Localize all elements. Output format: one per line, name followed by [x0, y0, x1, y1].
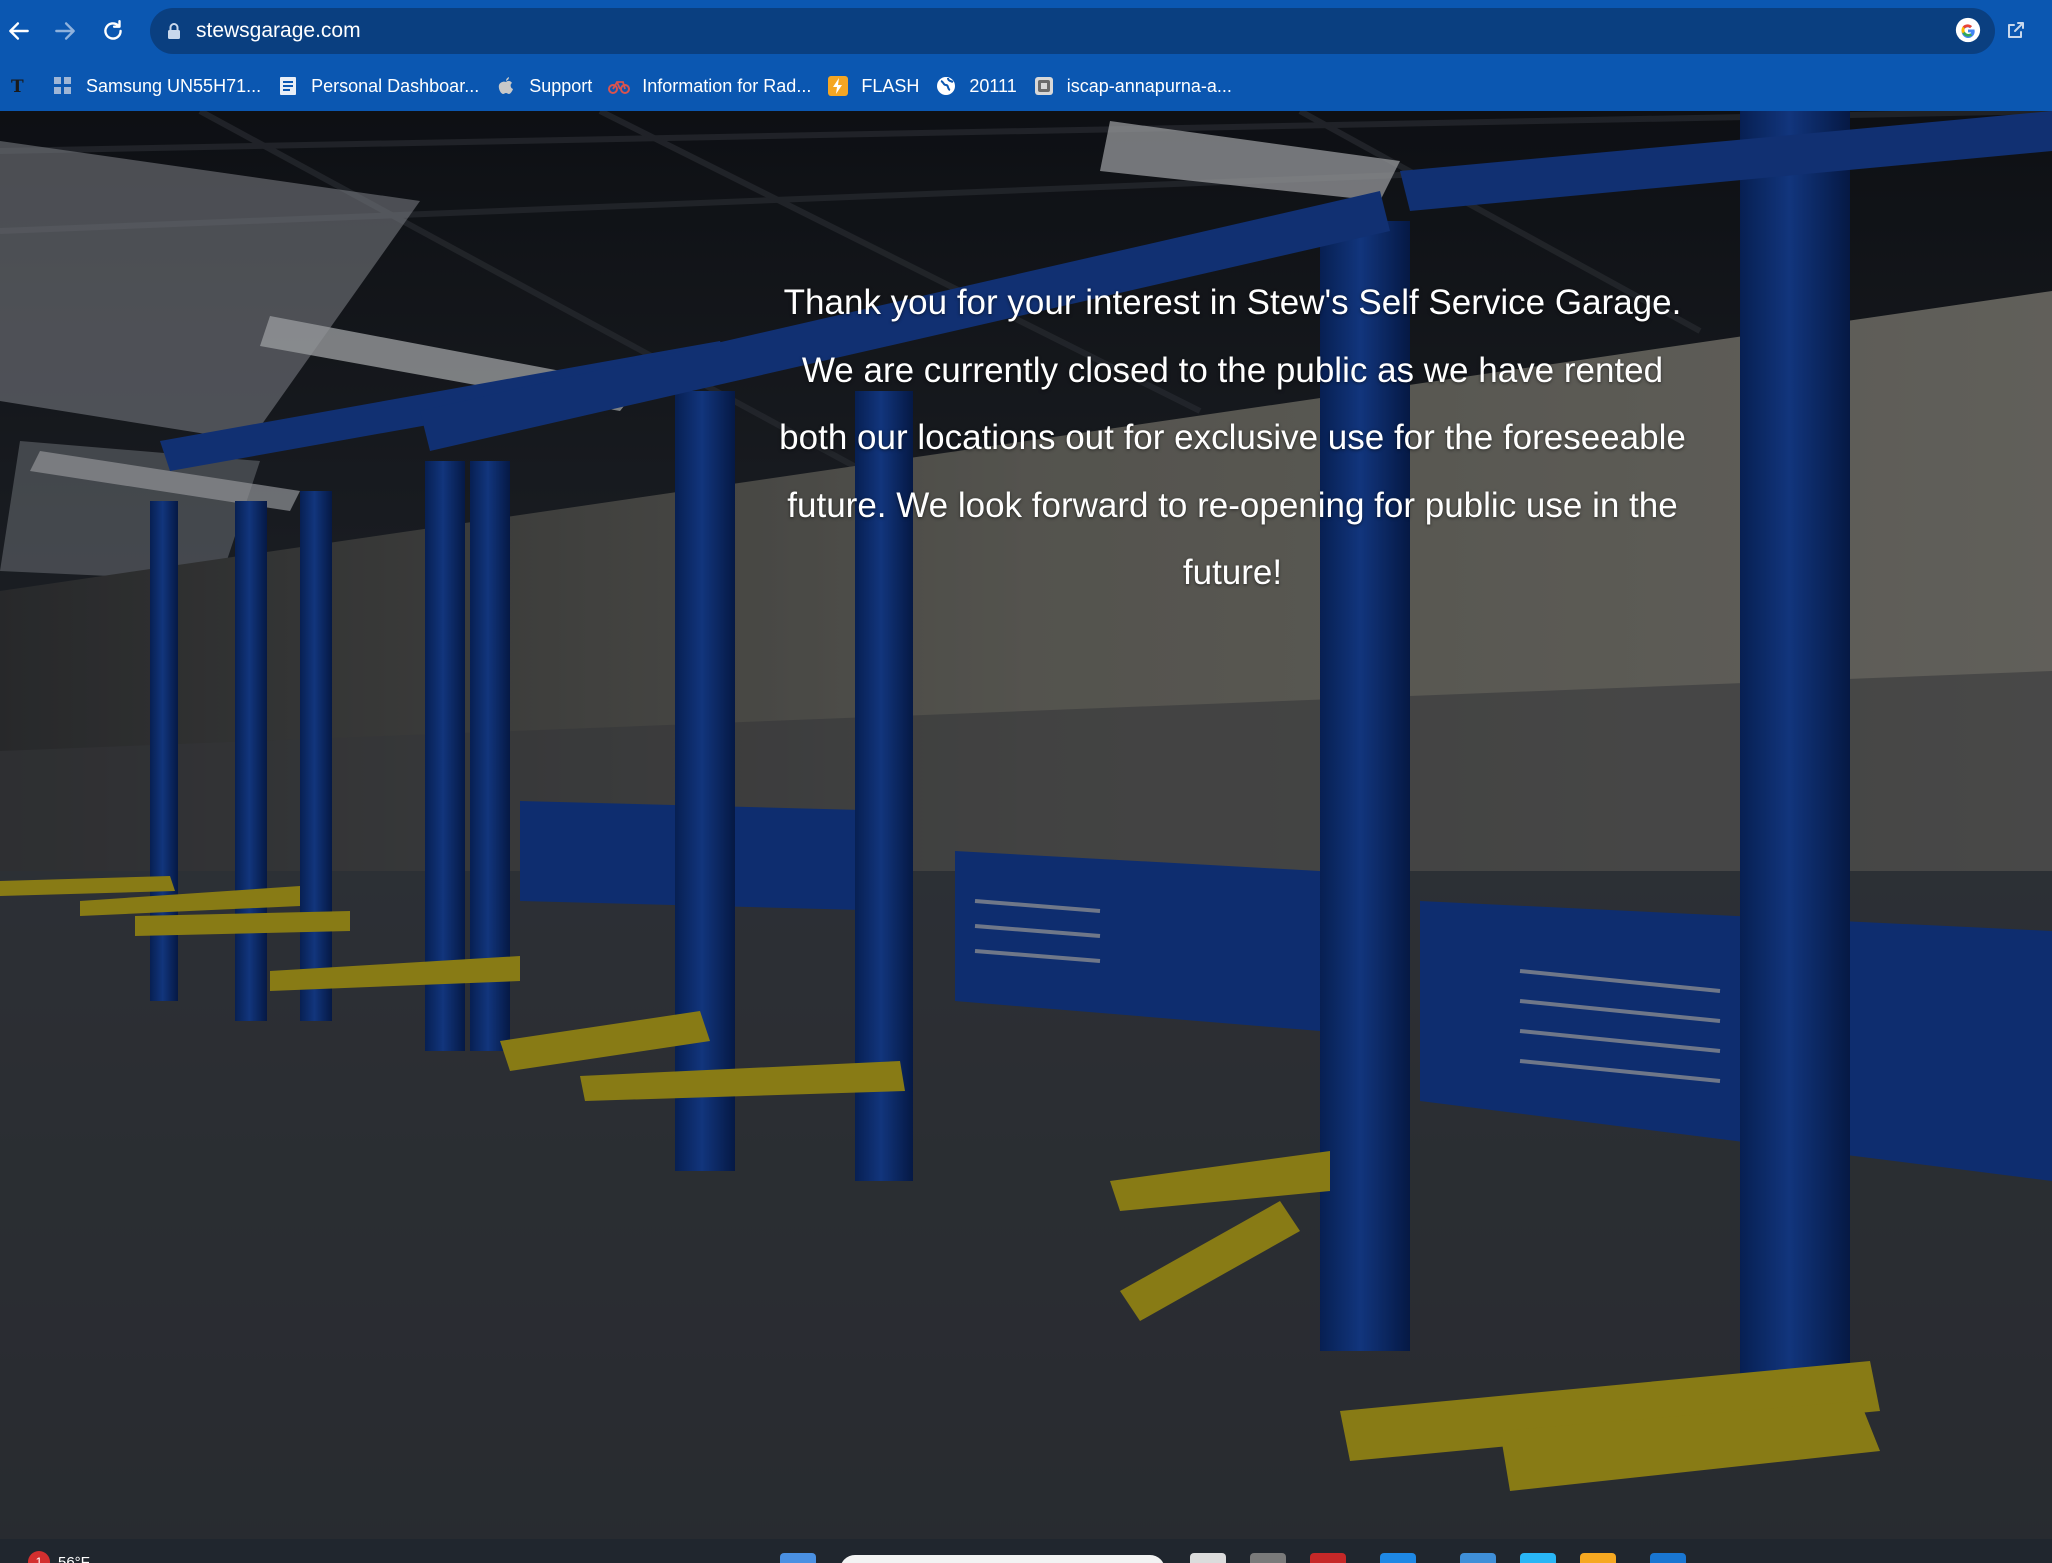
forward-button[interactable] — [48, 14, 82, 48]
bookmark-label: Personal Dashboar... — [311, 75, 480, 96]
bookmark-iscap-annapurna[interactable]: iscap-annapurna-a... — [1025, 66, 1240, 106]
bookmark-label: Samsung UN55H71... — [86, 75, 262, 96]
grid-doc-icon — [52, 75, 74, 97]
closure-message: Thank you for your interest in Stew's Se… — [779, 283, 1686, 592]
bookmark-nyt[interactable]: T — [0, 66, 44, 106]
lock-icon — [168, 23, 180, 39]
nyt-icon: T — [8, 75, 30, 97]
doc-icon — [277, 75, 299, 97]
globe-icon — [935, 75, 957, 97]
task-view-icon[interactable] — [1190, 1553, 1226, 1563]
reload-icon — [104, 20, 122, 40]
web-page: Thank you for your interest in Stew's Se… — [0, 111, 2052, 1539]
app-icon[interactable] — [1380, 1553, 1416, 1563]
folder-icon[interactable] — [1580, 1553, 1616, 1563]
share-button[interactable] — [2001, 15, 2031, 45]
back-button[interactable] — [2, 14, 36, 48]
bookmark-samsung[interactable]: Samsung UN55H71... — [44, 66, 269, 106]
bookmark-personal-dashboard[interactable]: Personal Dashboar... — [269, 66, 487, 106]
start-button[interactable] — [780, 1553, 816, 1563]
app-icon[interactable] — [1520, 1553, 1556, 1563]
url-text: stewsgarage.com — [196, 19, 361, 42]
app-icon — [1033, 75, 1055, 97]
bookmark-label: Information for Rad... — [642, 75, 812, 96]
bookmark-flash[interactable]: FLASH — [819, 66, 927, 106]
browser-chrome: stewsgarage.com T Samsung UN55H71... Per… — [0, 0, 2052, 111]
bike-icon — [608, 75, 631, 97]
bookmark-label: Support — [529, 75, 593, 96]
bookmark-label: FLASH — [861, 75, 920, 96]
app-icon[interactable] — [1250, 1553, 1286, 1563]
forward-arrow-icon — [55, 22, 75, 40]
svg-text:T: T — [11, 77, 24, 97]
bookmark-label: 20111 — [969, 75, 1017, 96]
bookmark-label: iscap-annapurna-a... — [1066, 75, 1232, 96]
address-bar[interactable]: stewsgarage.com — [150, 8, 1995, 54]
google-lens-button[interactable] — [1953, 15, 1983, 45]
browser-toolbar: stewsgarage.com — [0, 0, 2052, 62]
app-icon[interactable] — [1310, 1553, 1346, 1563]
notification-badge: 1 — [28, 1551, 50, 1563]
google-icon — [1955, 17, 1981, 43]
weather-widget[interactable]: 1 56°F — [28, 1551, 90, 1563]
apple-icon — [495, 75, 517, 97]
app-icon[interactable] — [1650, 1553, 1686, 1563]
app-icon[interactable] — [1460, 1553, 1496, 1563]
reload-button[interactable] — [96, 14, 130, 48]
bookmark-20111[interactable]: 20111 — [927, 66, 1024, 106]
bookmark-information-for-rad[interactable]: Information for Rad... — [600, 66, 819, 106]
share-icon — [2008, 22, 2024, 38]
bookmark-support[interactable]: Support — [487, 66, 600, 106]
back-arrow-icon — [9, 22, 29, 40]
taskbar-search[interactable] — [840, 1555, 1165, 1563]
temperature-text: 56°F — [58, 1553, 90, 1563]
flash-icon — [827, 75, 849, 97]
bookmarks-bar: T Samsung UN55H71... Personal Dashboar..… — [0, 62, 2052, 110]
taskbar: 1 56°F — [0, 1539, 2052, 1563]
